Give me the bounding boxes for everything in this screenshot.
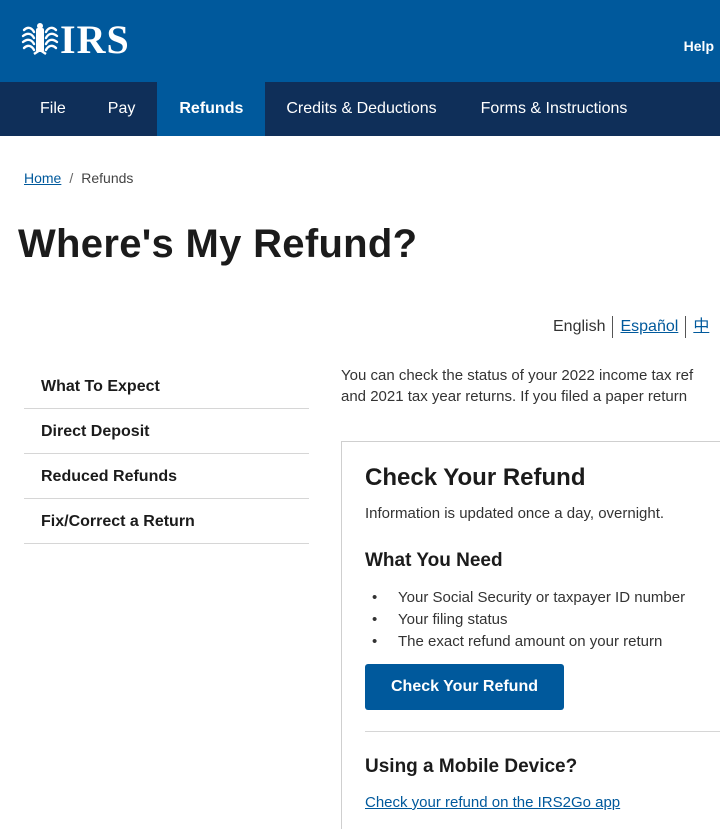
- language-english: English: [553, 318, 606, 335]
- mobile-device-heading: Using a Mobile Device?: [365, 756, 578, 777]
- sidebar-item-reduced-refunds[interactable]: Reduced Refunds: [24, 454, 309, 499]
- need-item-ssn: Your Social Security or taxpayer ID numb…: [365, 587, 685, 609]
- intro-line-1: You can check the status of your 2022 in…: [341, 367, 694, 384]
- language-spanish-link[interactable]: Español: [620, 318, 678, 335]
- sidebar-item-direct-deposit[interactable]: Direct Deposit: [24, 409, 309, 454]
- need-item-filing-status: Your filing status: [365, 609, 685, 631]
- card-title: Check Your Refund: [365, 464, 586, 491]
- intro-text: You can check the status of your 2022 in…: [341, 365, 693, 407]
- breadcrumb-current: Refunds: [81, 170, 134, 186]
- nav-item-pay[interactable]: Pay: [94, 82, 158, 136]
- intro-line-2: and 2021 tax year returns. If you filed …: [341, 388, 688, 405]
- eagle-icon: [21, 23, 59, 55]
- language-selector: English Español 中: [553, 312, 709, 338]
- irs-logo[interactable]: IRS: [20, 18, 130, 62]
- what-you-need-heading: What You Need: [365, 550, 503, 571]
- check-your-refund-button[interactable]: Check Your Refund: [365, 664, 564, 710]
- breadcrumb: Home / Refunds: [24, 170, 133, 186]
- page-title: Where's My Refund?: [18, 222, 418, 266]
- card-subtitle: Information is updated once a day, overn…: [365, 505, 665, 522]
- language-chinese-link[interactable]: 中: [693, 318, 709, 335]
- irs2go-app-link[interactable]: Check your refund on the IRS2Go app: [365, 794, 620, 811]
- language-divider: [612, 315, 614, 338]
- sidebar-nav: What To Expect Direct Deposit Reduced Re…: [24, 364, 309, 544]
- language-divider: [685, 315, 687, 338]
- help-link[interactable]: Help: [684, 38, 714, 54]
- main-nav: File Pay Refunds Credits & Deductions Fo…: [0, 82, 720, 136]
- nav-item-forms-instructions[interactable]: Forms & Instructions: [459, 82, 649, 136]
- logo-text: IRS: [60, 17, 130, 62]
- nav-item-credits-deductions[interactable]: Credits & Deductions: [265, 82, 458, 136]
- nav-item-file[interactable]: File: [0, 82, 94, 136]
- breadcrumb-separator: /: [69, 170, 74, 186]
- site-header: IRS Help: [0, 0, 720, 82]
- nav-item-refunds[interactable]: Refunds: [157, 82, 266, 136]
- need-item-refund-amount: The exact refund amount on your return: [365, 631, 685, 653]
- sidebar-item-what-to-expect[interactable]: What To Expect: [24, 364, 309, 409]
- breadcrumb-home-link[interactable]: Home: [24, 170, 61, 186]
- sidebar-item-fix-correct-return[interactable]: Fix/Correct a Return: [24, 499, 309, 544]
- card-divider: [365, 731, 720, 732]
- check-refund-card: Check Your Refund Information is updated…: [341, 441, 720, 829]
- what-you-need-list: Your Social Security or taxpayer ID numb…: [365, 587, 685, 653]
